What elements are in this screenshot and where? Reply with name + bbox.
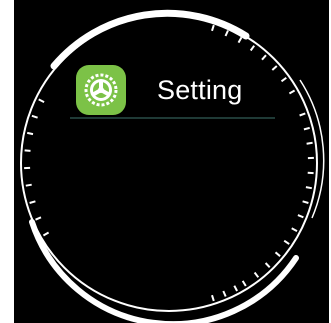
bezel-tick [26,131,34,136]
bezel-tick [291,227,298,232]
bezel-tick [222,290,227,297]
bezel-tick [288,89,296,95]
bezel-tick [299,112,306,117]
bezel-tick [271,65,278,71]
bezel-tick [261,54,267,61]
bezel-tick [264,262,271,268]
settings-app-icon[interactable] [76,65,126,115]
bezel-tick [24,149,31,152]
watch-bezel-ring [20,9,325,323]
title-divider [70,117,275,119]
bezel-tick [274,251,281,257]
bezel-tick [297,214,304,219]
bezel-tick [211,24,215,32]
bezel-tick [35,216,42,221]
bezel-tick [306,141,313,145]
bezel-tick [29,200,36,204]
bezel-tick [283,239,290,245]
bezel-arc-top [50,9,250,70]
bezel-tick [38,98,45,103]
bezel-tick [42,231,50,237]
bezel-tick [31,114,38,119]
bezel-ticks [24,24,314,302]
bezel-tick [241,280,247,287]
bezel-arc-bottom [29,219,299,323]
bezel-tick [253,271,260,278]
gear-icon [84,73,118,107]
bezel-tick [303,126,310,131]
bezel-tick [302,200,309,204]
bezel-tick [211,294,215,302]
bezel-tick [305,186,312,190]
watch-screen: Setting [0,0,331,323]
bezel-tick [249,45,256,52]
bezel-outer-ring [20,14,318,312]
bezel-tick [224,30,229,37]
bezel-tick [233,285,238,292]
bezel-tick [280,76,287,83]
bezel-tick [237,36,243,44]
page-title: Setting [157,75,243,105]
bezel-tick [25,183,32,187]
